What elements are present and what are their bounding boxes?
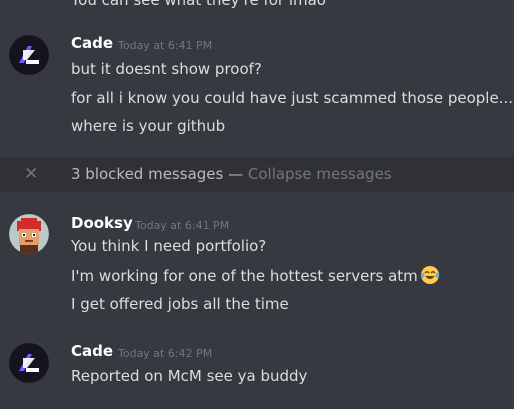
author-name[interactable]: Dooksy bbox=[71, 214, 133, 232]
cade-avatar-icon bbox=[9, 343, 49, 383]
cade-avatar-icon bbox=[9, 35, 49, 75]
author-name[interactable]: Cade bbox=[71, 34, 113, 52]
message-text: for all i know you could have just scamm… bbox=[71, 89, 513, 107]
joy-emoji-icon[interactable] bbox=[420, 265, 440, 285]
avatar[interactable] bbox=[9, 343, 49, 383]
avatar[interactable] bbox=[9, 214, 49, 254]
blocked-messages-label: 3 blocked messages — Collapse messages bbox=[71, 165, 392, 183]
timestamp: Today at 6:42 PM bbox=[118, 347, 213, 360]
previous-message-text: You can see what they're for lmao bbox=[71, 0, 326, 9]
dooksy-avatar-icon bbox=[9, 214, 49, 254]
avatar[interactable] bbox=[9, 35, 49, 75]
blocked-count: 3 blocked messages bbox=[71, 165, 224, 183]
message-text: You think I need portfolio? bbox=[71, 237, 267, 255]
message-text: where is your github bbox=[71, 117, 226, 135]
author-name[interactable]: Cade bbox=[71, 342, 113, 360]
message-text: I get offered jobs all the time bbox=[71, 295, 289, 313]
collapse-messages-link[interactable]: Collapse messages bbox=[248, 165, 392, 183]
message-text: but it doesnt show proof? bbox=[71, 60, 262, 78]
timestamp: Today at 6:41 PM bbox=[135, 219, 230, 232]
separator: — bbox=[223, 165, 248, 183]
message-text-content: I'm working for one of the hottest serve… bbox=[71, 267, 418, 285]
message-text: I'm working for one of the hottest serve… bbox=[71, 265, 440, 285]
close-icon[interactable]: ✕ bbox=[24, 164, 38, 184]
message-text: Reported on McM see ya buddy bbox=[71, 367, 308, 385]
blocked-messages-bar: ✕ 3 blocked messages — Collapse messages bbox=[0, 157, 514, 192]
timestamp: Today at 6:41 PM bbox=[118, 39, 213, 52]
